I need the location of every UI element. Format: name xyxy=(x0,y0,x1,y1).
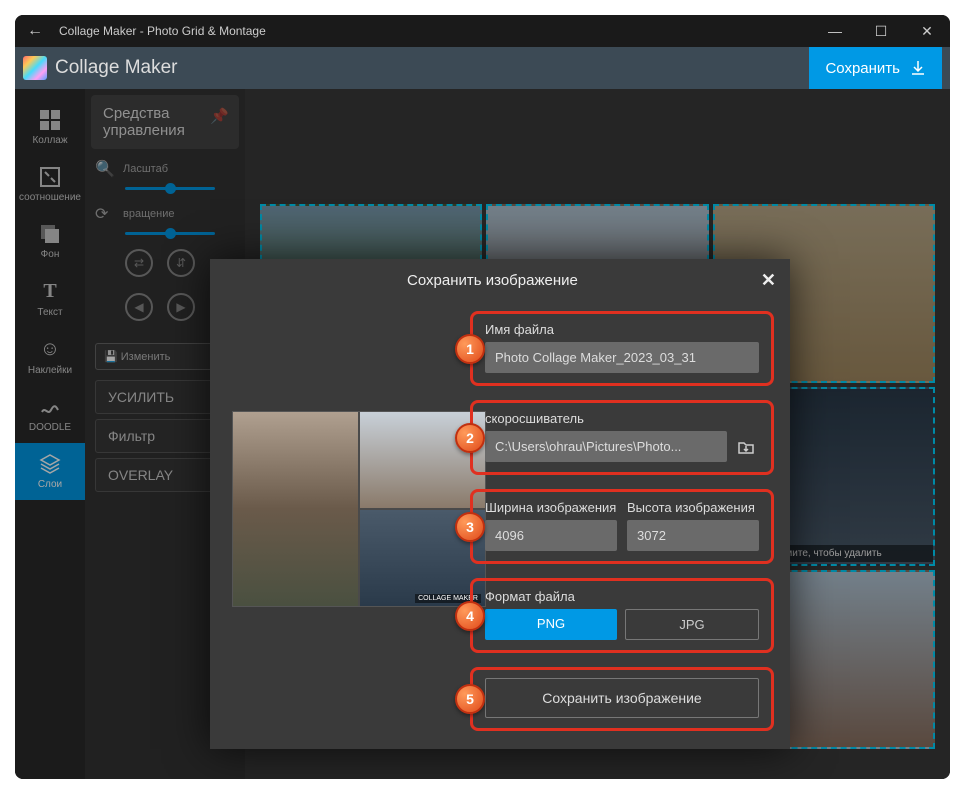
preview-cell xyxy=(233,412,358,606)
width-label: Ширина изображения xyxy=(485,500,617,515)
save-action-group: 5 Сохранить изображение xyxy=(470,667,774,731)
download-icon xyxy=(910,60,926,76)
folder-input[interactable] xyxy=(485,431,727,462)
filename-label: Имя файла xyxy=(485,322,759,337)
format-jpg-button[interactable]: JPG xyxy=(625,609,759,640)
filename-group: 1 Имя файла xyxy=(470,311,774,386)
filename-input[interactable] xyxy=(485,342,759,373)
dimensions-group: 3 Ширина изображения Высота изображения xyxy=(470,489,774,564)
folder-group: 2 скоросшиватель xyxy=(470,400,774,475)
save-form: 1 Имя файла 2 скоросшиватель xyxy=(470,301,790,749)
width-input[interactable] xyxy=(485,520,617,551)
preview-collage: COLLAGE MAKER xyxy=(232,411,486,607)
close-window-button[interactable]: ✕ xyxy=(904,15,950,47)
save-button[interactable]: Сохранить xyxy=(809,47,942,89)
minimize-button[interactable]: — xyxy=(812,15,858,47)
browse-folder-button[interactable] xyxy=(733,434,759,460)
save-image-button[interactable]: Сохранить изображение xyxy=(485,678,759,718)
close-icon[interactable]: ✕ xyxy=(761,270,776,291)
app-window: ← Collage Maker - Photo Grid & Montage —… xyxy=(15,15,950,779)
window-title: Collage Maker - Photo Grid & Montage xyxy=(55,24,812,38)
annotation-badge: 1 xyxy=(455,334,485,364)
height-input[interactable] xyxy=(627,520,759,551)
format-png-button[interactable]: PNG xyxy=(485,609,617,640)
annotation-badge: 5 xyxy=(455,684,485,714)
dialog-title: Сохранить изображение xyxy=(224,272,761,289)
app-title: Collage Maker xyxy=(55,57,809,79)
save-button-label: Сохранить xyxy=(825,60,900,77)
preview-pane: COLLAGE MAKER xyxy=(210,301,470,749)
annotation-badge: 2 xyxy=(455,423,485,453)
back-button[interactable]: ← xyxy=(15,22,55,40)
app-logo-icon xyxy=(23,56,47,80)
maximize-button[interactable]: ☐ xyxy=(858,15,904,47)
height-label: Высота изображения xyxy=(627,500,759,515)
titlebar: ← Collage Maker - Photo Grid & Montage —… xyxy=(15,15,950,47)
annotation-badge: 3 xyxy=(455,512,485,542)
app-bar: Collage Maker Сохранить xyxy=(15,47,950,89)
format-group: 4 Формат файла PNG JPG xyxy=(470,578,774,653)
dialog-header: Сохранить изображение ✕ xyxy=(210,259,790,301)
annotation-badge: 4 xyxy=(455,601,485,631)
save-dialog: Сохранить изображение ✕ COLLAGE MAKER 1 xyxy=(210,259,790,749)
format-label: Формат файла xyxy=(485,589,759,604)
folder-label: скоросшиватель xyxy=(485,411,759,426)
